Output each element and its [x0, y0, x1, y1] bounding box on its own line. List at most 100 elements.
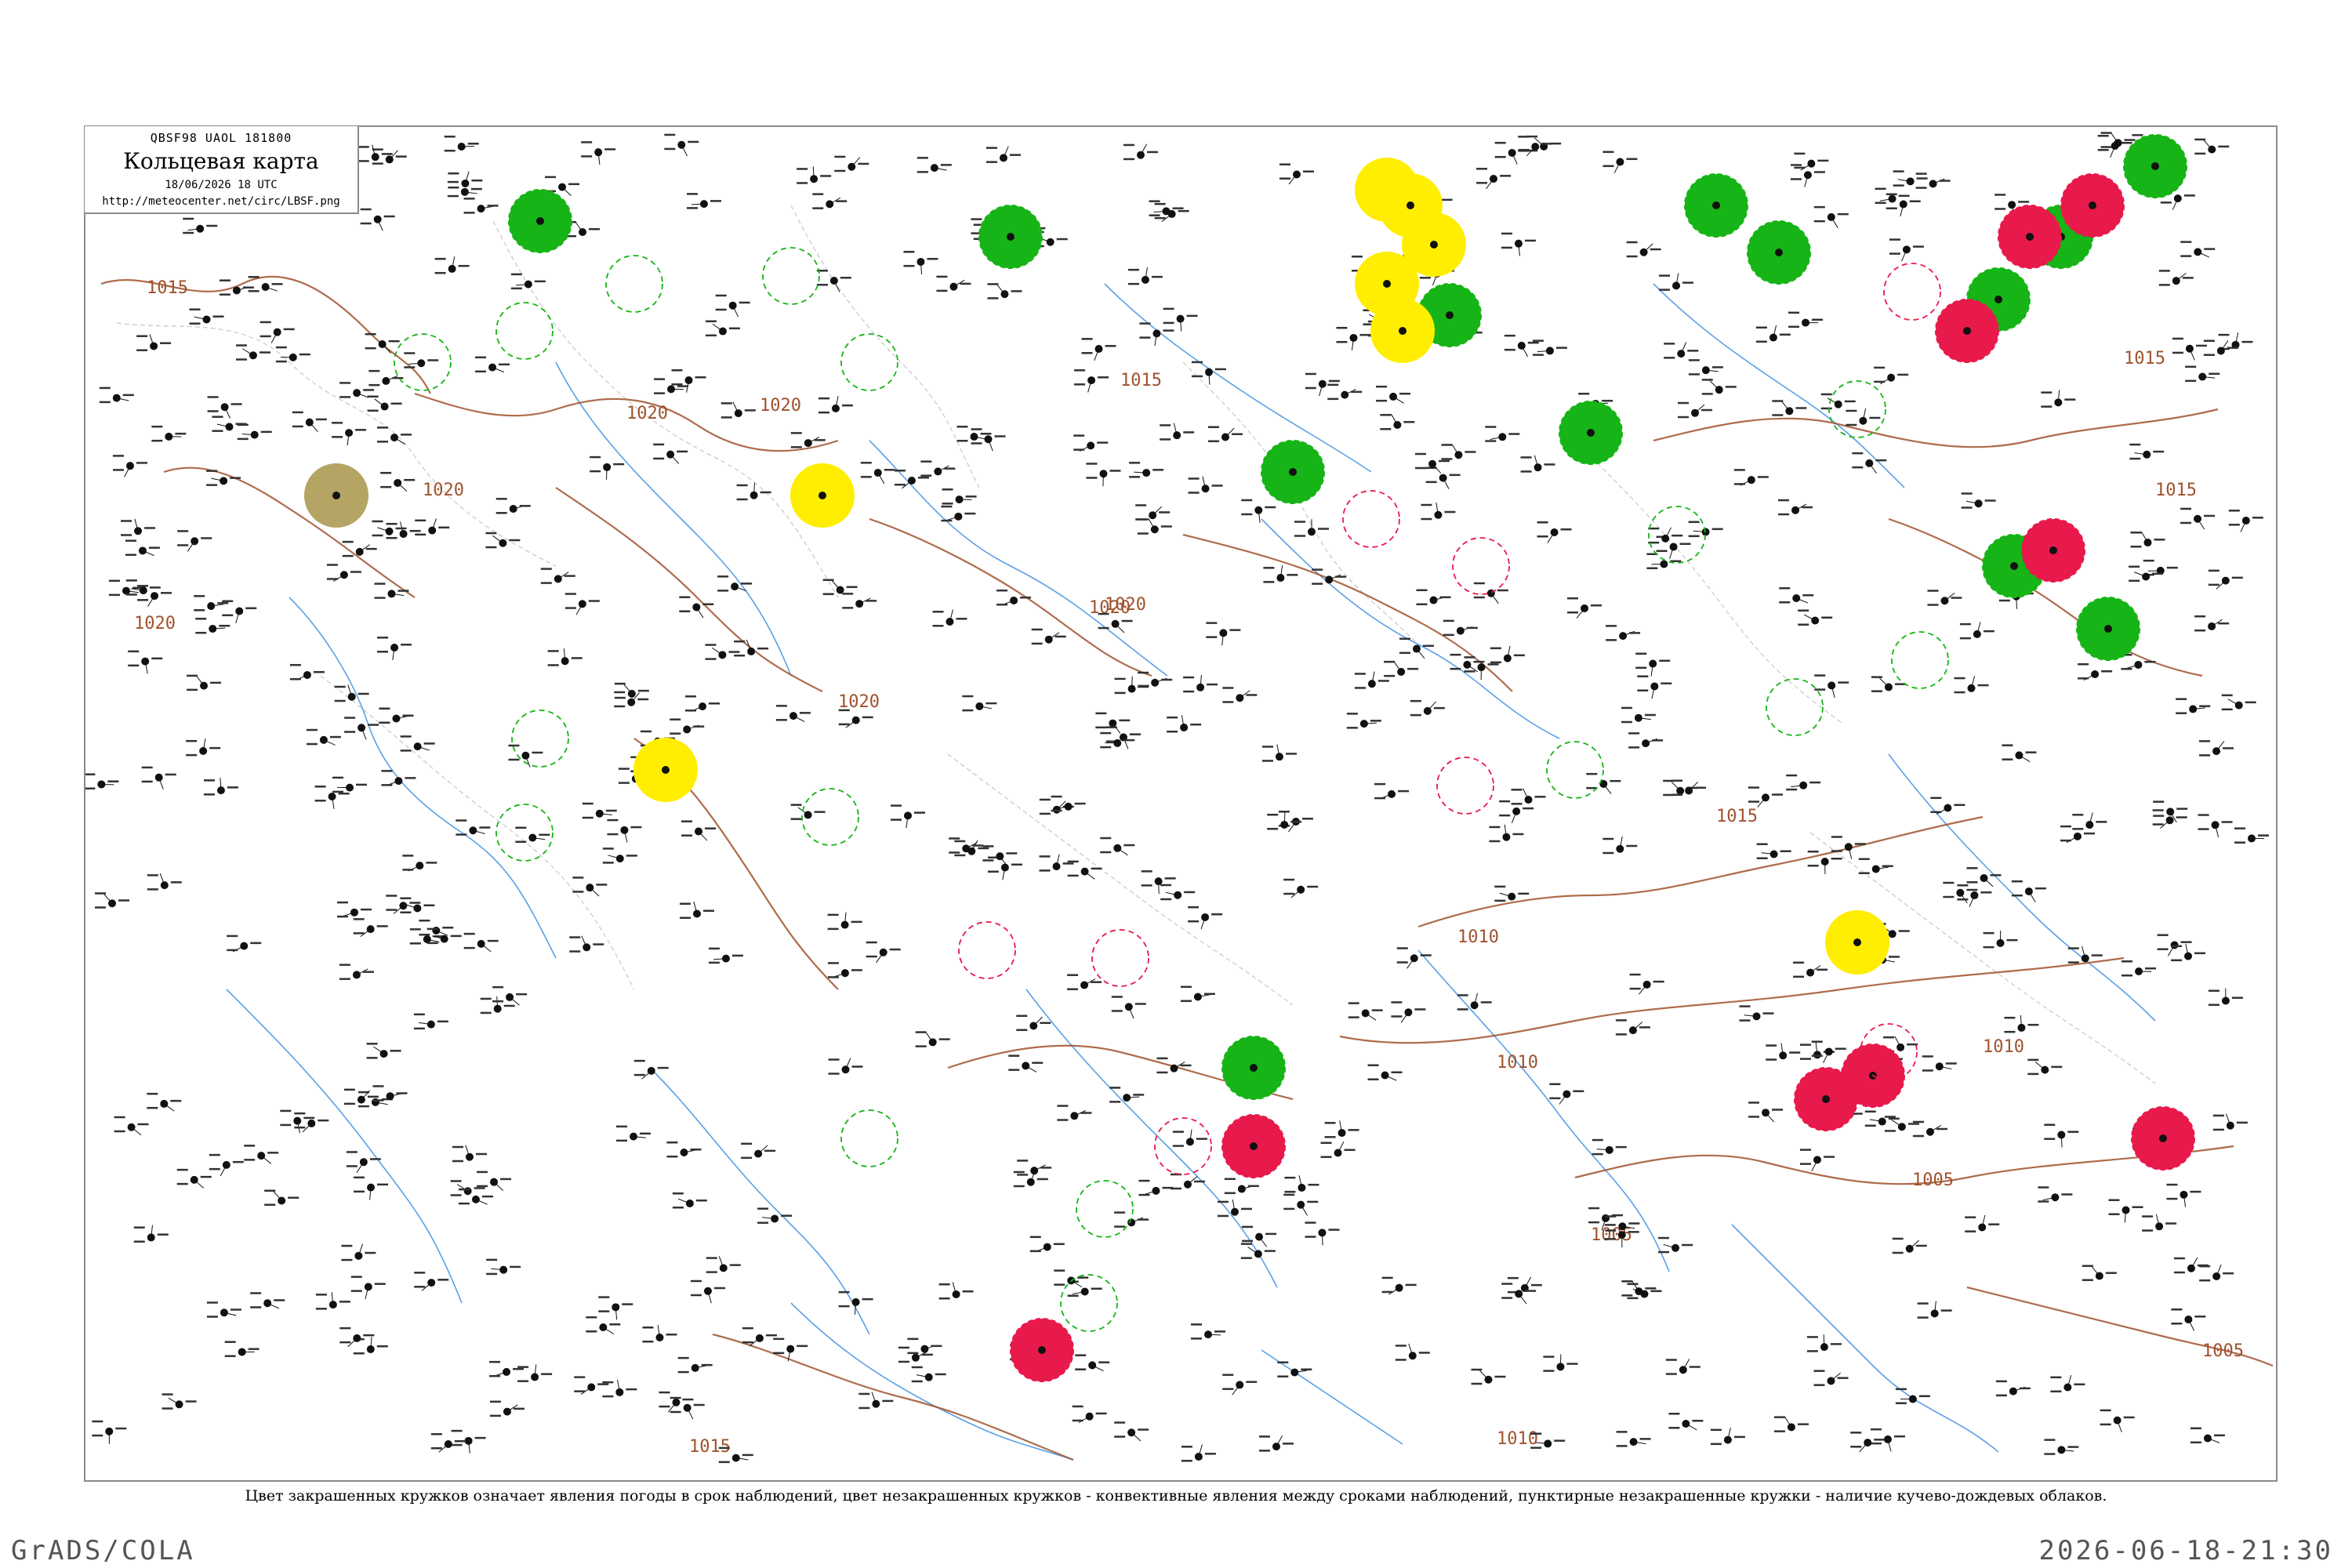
green-weather-circle — [508, 189, 572, 253]
station-plot — [1139, 322, 1174, 347]
station-plot — [365, 332, 400, 354]
isobars — [100, 275, 2274, 1461]
isobar-label: 1010 — [1983, 1037, 2024, 1057]
station-plot — [372, 1085, 408, 1102]
station-plot — [2180, 241, 2216, 258]
isobar-label: 1005 — [2202, 1341, 2244, 1361]
station-plot — [1864, 1110, 1900, 1127]
station-plot — [2199, 740, 2234, 757]
station-plot — [757, 1207, 793, 1224]
station-plot — [1995, 1380, 2031, 1397]
station-plot — [842, 593, 877, 609]
phenomenon-circles — [185, 134, 2195, 1382]
station-plot — [463, 198, 499, 214]
green-convective-circle — [495, 302, 554, 360]
isobar-label: 1015 — [2155, 481, 2197, 500]
station-plot — [582, 802, 617, 819]
station-plot — [260, 321, 295, 343]
station-plot — [495, 498, 531, 514]
station-plot — [1983, 930, 2018, 949]
station-plot — [1756, 843, 1791, 859]
station-plot — [1336, 326, 1371, 350]
station-plot — [614, 682, 649, 699]
station-plot — [2180, 507, 2216, 530]
isobar-label: 1020 — [838, 692, 880, 712]
station-plot — [1965, 1214, 2000, 1232]
station-plot — [816, 270, 851, 292]
yellow-weather-circle — [633, 738, 698, 802]
station-plot — [1029, 1236, 1065, 1253]
station-plot — [1658, 1236, 1693, 1254]
station-plot — [1648, 527, 1683, 544]
station-plot — [339, 1327, 375, 1348]
station-plot — [1520, 455, 1555, 473]
station-plot — [187, 674, 222, 691]
station-plot — [581, 141, 616, 165]
yellow-weather-circle — [790, 463, 855, 528]
yellow-weather-circle — [1825, 910, 1889, 975]
station-plot — [517, 1364, 553, 1382]
station-plot — [1074, 369, 1109, 393]
green-convective-circle — [840, 333, 898, 391]
station-plot — [458, 1188, 493, 1205]
green-convective-circle — [495, 804, 554, 862]
red-weather-circle — [2021, 518, 2085, 583]
station-plot — [1748, 786, 1783, 808]
station-plot — [996, 589, 1032, 606]
station-plot — [326, 564, 361, 583]
station-plot — [114, 1116, 149, 1136]
station-plot — [1135, 504, 1171, 521]
station-plot — [1031, 628, 1066, 645]
station-plot — [2027, 1058, 2063, 1076]
station-plot — [903, 250, 938, 274]
station-plot — [1494, 141, 1530, 165]
station-plot — [602, 1379, 637, 1398]
station-plot — [1629, 973, 1664, 995]
station-plot — [616, 1125, 652, 1142]
station-plot — [838, 709, 873, 728]
station-plot — [1549, 1083, 1584, 1105]
station-plot — [456, 819, 491, 836]
station-plot — [206, 470, 241, 486]
station-plot — [1501, 232, 1536, 256]
station-plot — [344, 717, 379, 740]
station-plot — [679, 901, 714, 919]
station-plot — [2208, 988, 2243, 1006]
station-plot — [1138, 1179, 1174, 1196]
station-plot — [2199, 1264, 2234, 1282]
station-plot — [1075, 1354, 1110, 1372]
station-plot — [1188, 906, 1223, 930]
isobar-label: 1010 — [1497, 1429, 1538, 1449]
station-plot — [891, 804, 926, 829]
station-plot — [1701, 379, 1737, 395]
station-plot — [125, 539, 160, 557]
isobar-labels: 1015 1020 1020 1020 1020 1020 1020 1020 … — [134, 278, 2244, 1457]
station-plot — [1786, 774, 1821, 791]
station-plot — [1710, 1427, 1745, 1446]
station-plot — [151, 425, 187, 442]
station-plot — [1852, 452, 1887, 474]
station-plot — [346, 1151, 381, 1173]
red-convective-circle — [958, 921, 1016, 979]
station-plot — [380, 471, 416, 492]
station-plot — [2221, 694, 2256, 711]
footer-timestamp: 2026-06-18-21:30 — [2038, 1535, 2333, 1566]
station-plot — [1922, 1055, 1957, 1072]
station-plot — [1507, 1276, 1542, 1294]
station-plot — [1626, 241, 1661, 258]
station-plot — [1656, 535, 1691, 559]
station-plot — [672, 1192, 707, 1209]
station-plot — [195, 617, 230, 634]
station-plot — [1346, 713, 1381, 729]
station-plot — [1241, 499, 1276, 523]
station-plot — [1739, 1005, 1774, 1022]
station-plot — [430, 1433, 466, 1453]
station-plot — [147, 873, 182, 891]
station-plot — [2158, 270, 2194, 286]
rivers — [226, 283, 2156, 1461]
station-plot — [1109, 1087, 1145, 1103]
green-convective-circle — [511, 710, 569, 768]
station-plot — [366, 1043, 401, 1059]
station-plot — [2212, 1113, 2248, 1131]
station-plot — [2194, 138, 2230, 155]
